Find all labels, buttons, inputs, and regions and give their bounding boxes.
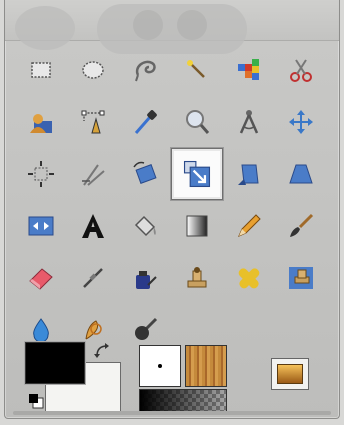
wilber-eye-right [177, 10, 207, 40]
perspective-tool[interactable] [275, 148, 327, 200]
rotate-tool[interactable] [119, 148, 171, 200]
scissors-select-tool[interactable] [275, 44, 327, 96]
foreground-select-tool-icon [30, 114, 52, 133]
tool-grid [15, 44, 327, 356]
toolbox-window [4, 0, 340, 419]
move-tool-icon [289, 110, 313, 134]
paintbrush-tool-icon [290, 213, 314, 237]
rect-select-tool-icon [31, 62, 51, 78]
color-picker-tool-icon [134, 110, 157, 134]
default-colors-icon[interactable] [27, 392, 45, 410]
dodge-burn-tool-icon [135, 317, 158, 340]
rect-select-tool[interactable] [15, 44, 67, 96]
scale-tool[interactable] [171, 148, 223, 200]
zoom-tool-icon [186, 110, 210, 134]
foreground-color-swatch[interactable] [25, 342, 85, 384]
measure-tool[interactable] [223, 96, 275, 148]
select-by-color-tool-icon [238, 59, 259, 80]
zoom-tool[interactable] [171, 96, 223, 148]
gradient-preview[interactable] [139, 389, 227, 413]
free-select-tool[interactable] [119, 44, 171, 96]
pattern-preview[interactable] [185, 345, 227, 387]
shear-tool[interactable] [223, 148, 275, 200]
scissors-select-tool-icon [290, 59, 312, 82]
eraser-tool-icon [29, 268, 53, 290]
resize-grip[interactable] [13, 411, 331, 415]
eraser-tool[interactable] [15, 252, 67, 304]
heal-tool-icon [238, 268, 260, 289]
shear-tool-icon [238, 164, 259, 185]
rotate-tool-icon [133, 161, 157, 184]
bucket-fill-tool-icon [134, 215, 156, 237]
active-image-thumbnail[interactable] [271, 358, 309, 390]
brush-dot [158, 364, 162, 368]
select-by-color-tool[interactable] [223, 44, 275, 96]
swap-colors-icon[interactable] [93, 342, 113, 360]
clone-tool-icon [187, 267, 207, 288]
scale-tool-icon [183, 160, 211, 188]
airbrush-tool-icon [83, 268, 103, 288]
crop-tool-icon [82, 164, 105, 186]
wilber-drop-area[interactable] [5, 0, 339, 54]
clone-tool[interactable] [171, 252, 223, 304]
crop-tool[interactable] [67, 148, 119, 200]
perspective-tool-icon [289, 164, 313, 184]
align-tool-icon [28, 161, 54, 187]
wilber-eye-left [133, 10, 163, 40]
fuzzy-select-tool-icon [187, 60, 205, 78]
blend-tool[interactable] [171, 200, 223, 252]
blend-tool-icon [186, 215, 208, 237]
image-preview [277, 364, 303, 384]
fuzzy-select-tool[interactable] [171, 44, 223, 96]
flip-tool-icon [28, 216, 54, 236]
color-picker-tool[interactable] [119, 96, 171, 148]
move-tool[interactable] [275, 96, 327, 148]
perspective-clone-tool[interactable] [275, 252, 327, 304]
airbrush-tool[interactable] [67, 252, 119, 304]
pencil-tool-icon [238, 214, 261, 237]
text-tool-icon [82, 214, 104, 238]
fg-bg-color-area [23, 340, 123, 414]
paths-tool-icon [81, 110, 105, 134]
free-select-tool-icon [135, 60, 156, 82]
paintbrush-tool[interactable] [275, 200, 327, 252]
foreground-select-tool[interactable] [15, 96, 67, 148]
ink-tool[interactable] [119, 252, 171, 304]
bucket-fill-tool[interactable] [119, 200, 171, 252]
flip-tool[interactable] [15, 200, 67, 252]
measure-tool-icon [239, 110, 259, 134]
ellipse-select-tool[interactable] [67, 44, 119, 96]
perspective-clone-tool-icon [289, 267, 313, 289]
text-tool[interactable] [67, 200, 119, 252]
brush-preview[interactable] [139, 345, 181, 387]
paths-tool[interactable] [67, 96, 119, 148]
pencil-tool[interactable] [223, 200, 275, 252]
ellipse-select-tool-icon [82, 61, 104, 79]
heal-tool[interactable] [223, 252, 275, 304]
align-tool[interactable] [15, 148, 67, 200]
ink-tool-icon [136, 271, 157, 289]
